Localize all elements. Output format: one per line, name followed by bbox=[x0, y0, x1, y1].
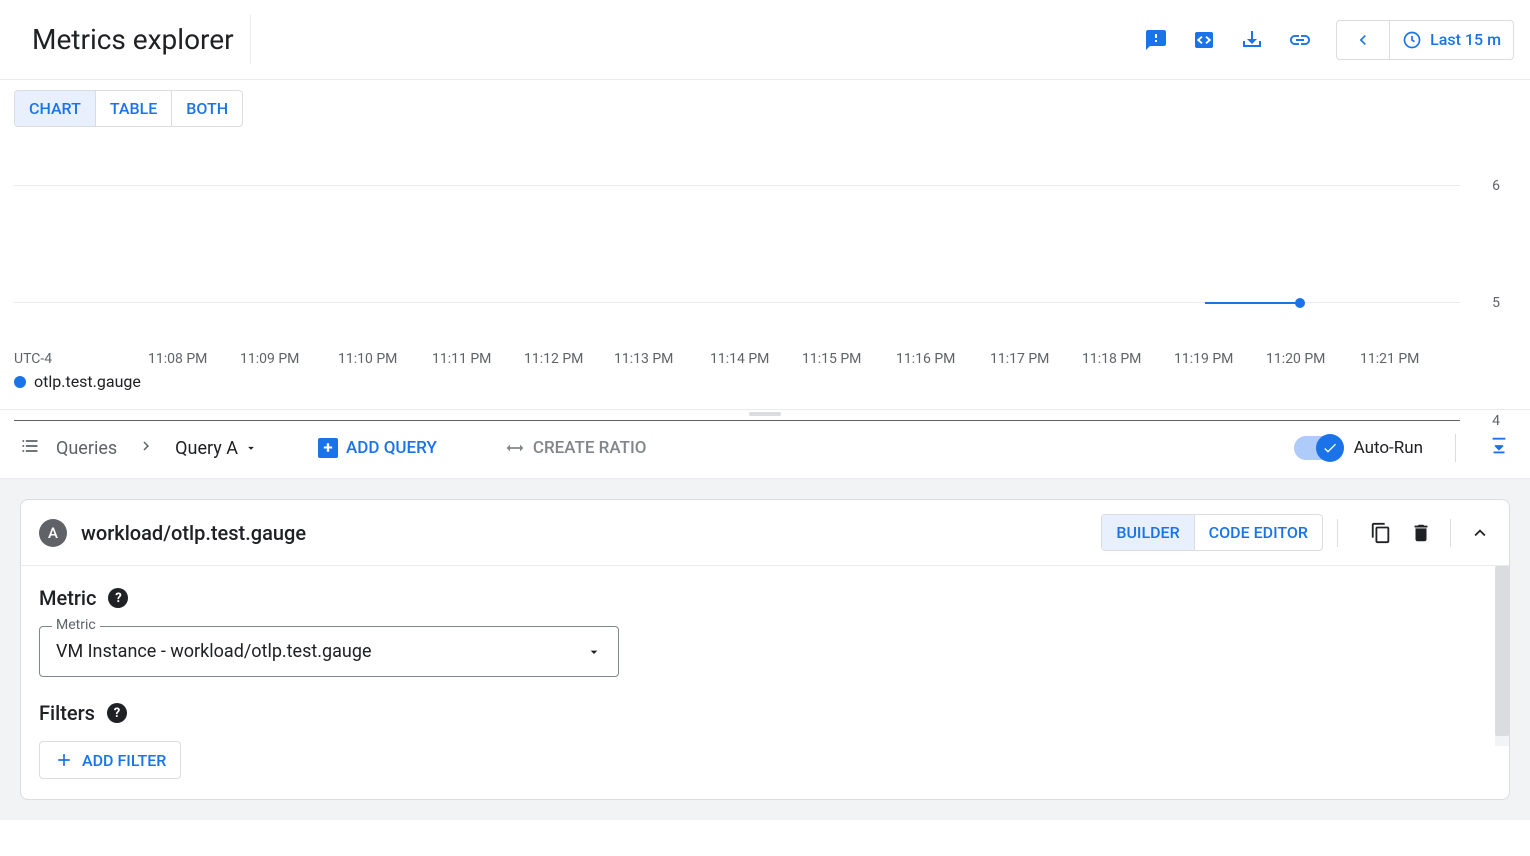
time-back-button[interactable] bbox=[1337, 21, 1390, 59]
metric-field-label: Metric bbox=[52, 617, 100, 633]
x-tick: 11:21 PM bbox=[1360, 351, 1419, 367]
chart-series-line bbox=[1205, 302, 1300, 304]
autorun-control: Auto-Run bbox=[1294, 436, 1423, 460]
query-selector[interactable]: Query A bbox=[175, 438, 258, 459]
time-range-label: Last 15 m bbox=[1430, 30, 1501, 49]
plus-icon bbox=[54, 750, 74, 770]
time-range-button[interactable]: Last 15 m bbox=[1390, 30, 1513, 50]
query-card-body: Metric ? Metric VM Instance - workload/o… bbox=[21, 566, 1509, 799]
mode-tabs: BUILDER CODE EDITOR bbox=[1101, 514, 1323, 551]
code-icon[interactable] bbox=[1192, 28, 1216, 52]
tab-both[interactable]: BOTH bbox=[172, 91, 242, 126]
gridline bbox=[14, 185, 1460, 186]
tab-code-editor[interactable]: CODE EDITOR bbox=[1195, 515, 1322, 550]
drag-handle-icon bbox=[749, 412, 781, 416]
y-tick: 5 bbox=[1492, 295, 1500, 311]
divider bbox=[1337, 519, 1338, 547]
delete-icon[interactable] bbox=[1410, 522, 1432, 544]
caret-down-icon bbox=[586, 644, 602, 660]
query-panel: A workload/otlp.test.gauge BUILDER CODE … bbox=[0, 479, 1530, 820]
time-range-control: Last 15 m bbox=[1336, 20, 1514, 60]
y-tick: 4 bbox=[1492, 413, 1500, 429]
add-filter-label: ADD FILTER bbox=[82, 751, 166, 770]
legend-series-name: otlp.test.gauge bbox=[34, 372, 141, 391]
x-tick: 11:13 PM bbox=[614, 351, 673, 367]
tab-table[interactable]: TABLE bbox=[96, 91, 172, 126]
metric-section-label: Metric ? bbox=[39, 586, 1491, 610]
x-tick: 11:11 PM bbox=[432, 351, 491, 367]
check-icon bbox=[1322, 440, 1338, 456]
metric-select[interactable]: Metric VM Instance - workload/otlp.test.… bbox=[39, 626, 619, 677]
collapse-all-button[interactable] bbox=[1488, 435, 1510, 461]
scrollbar[interactable] bbox=[1495, 566, 1509, 746]
tab-builder[interactable]: BUILDER bbox=[1102, 515, 1194, 550]
collapse-icon[interactable] bbox=[1469, 522, 1491, 544]
create-ratio-label: CREATE RATIO bbox=[533, 438, 647, 458]
header-actions: Last 15 m bbox=[1144, 20, 1514, 60]
x-tick: 11:18 PM bbox=[1082, 351, 1141, 367]
ratio-icon bbox=[505, 438, 525, 458]
timezone-label: UTC-4 bbox=[14, 351, 52, 367]
x-tick: 11:16 PM bbox=[896, 351, 955, 367]
x-tick: 11:08 PM bbox=[148, 351, 207, 367]
add-query-label: ADD QUERY bbox=[346, 438, 437, 458]
help-icon[interactable]: ? bbox=[107, 703, 127, 723]
help-icon[interactable]: ? bbox=[108, 588, 128, 608]
view-tabs: CHART TABLE BOTH bbox=[14, 90, 243, 127]
x-tick: 11:12 PM bbox=[524, 351, 583, 367]
y-tick: 6 bbox=[1492, 178, 1500, 194]
create-ratio-button[interactable]: CREATE RATIO bbox=[497, 434, 655, 462]
add-filter-button[interactable]: ADD FILTER bbox=[39, 741, 181, 779]
queries-label: Queries bbox=[56, 438, 117, 459]
link-icon[interactable] bbox=[1288, 28, 1312, 52]
card-actions bbox=[1370, 519, 1491, 547]
x-tick: 11:09 PM bbox=[240, 351, 299, 367]
autorun-toggle[interactable] bbox=[1294, 436, 1342, 460]
download-icon[interactable] bbox=[1240, 28, 1264, 52]
metric-value: VM Instance - workload/otlp.test.gauge bbox=[56, 641, 372, 662]
query-title: workload/otlp.test.gauge bbox=[81, 521, 1087, 545]
add-query-button[interactable]: + ADD QUERY bbox=[310, 434, 445, 462]
x-tick: 11:20 PM bbox=[1266, 351, 1325, 367]
query-badge: A bbox=[39, 519, 67, 547]
resize-handle[interactable] bbox=[0, 410, 1530, 418]
current-query-label: Query A bbox=[175, 438, 238, 459]
page-title: Metrics explorer bbox=[16, 15, 251, 64]
header: Metrics explorer Last 15 m bbox=[0, 0, 1530, 80]
chart-data-point bbox=[1295, 298, 1305, 308]
x-axis-line bbox=[14, 420, 1460, 421]
x-tick: 11:14 PM bbox=[710, 351, 769, 367]
copy-icon[interactable] bbox=[1370, 522, 1392, 544]
autorun-label: Auto-Run bbox=[1354, 438, 1423, 458]
x-tick: 11:10 PM bbox=[338, 351, 397, 367]
toggle-thumb bbox=[1316, 434, 1344, 462]
scrollbar-thumb[interactable] bbox=[1495, 566, 1509, 736]
query-card-header: A workload/otlp.test.gauge BUILDER CODE … bbox=[21, 500, 1509, 566]
feedback-icon[interactable] bbox=[1144, 28, 1168, 52]
chevron-right-icon bbox=[133, 437, 159, 459]
query-card: A workload/otlp.test.gauge BUILDER CODE … bbox=[20, 499, 1510, 800]
caret-down-icon bbox=[244, 441, 258, 455]
x-tick: 11:15 PM bbox=[802, 351, 861, 367]
filters-section-label: Filters ? bbox=[39, 701, 1491, 725]
x-tick: 11:19 PM bbox=[1174, 351, 1233, 367]
chart-area: CHART TABLE BOTH 6 5 4 /* inline fix */ … bbox=[0, 80, 1530, 410]
plus-icon: + bbox=[318, 438, 338, 458]
divider bbox=[1450, 519, 1451, 547]
tab-chart[interactable]: CHART bbox=[15, 91, 96, 126]
legend-marker-icon bbox=[14, 376, 26, 388]
x-tick: 11:17 PM bbox=[990, 351, 1049, 367]
list-icon bbox=[20, 436, 40, 460]
queries-toolbar: Queries Query A + ADD QUERY CREATE RATIO… bbox=[0, 418, 1530, 479]
chart-legend[interactable]: otlp.test.gauge bbox=[14, 372, 141, 391]
